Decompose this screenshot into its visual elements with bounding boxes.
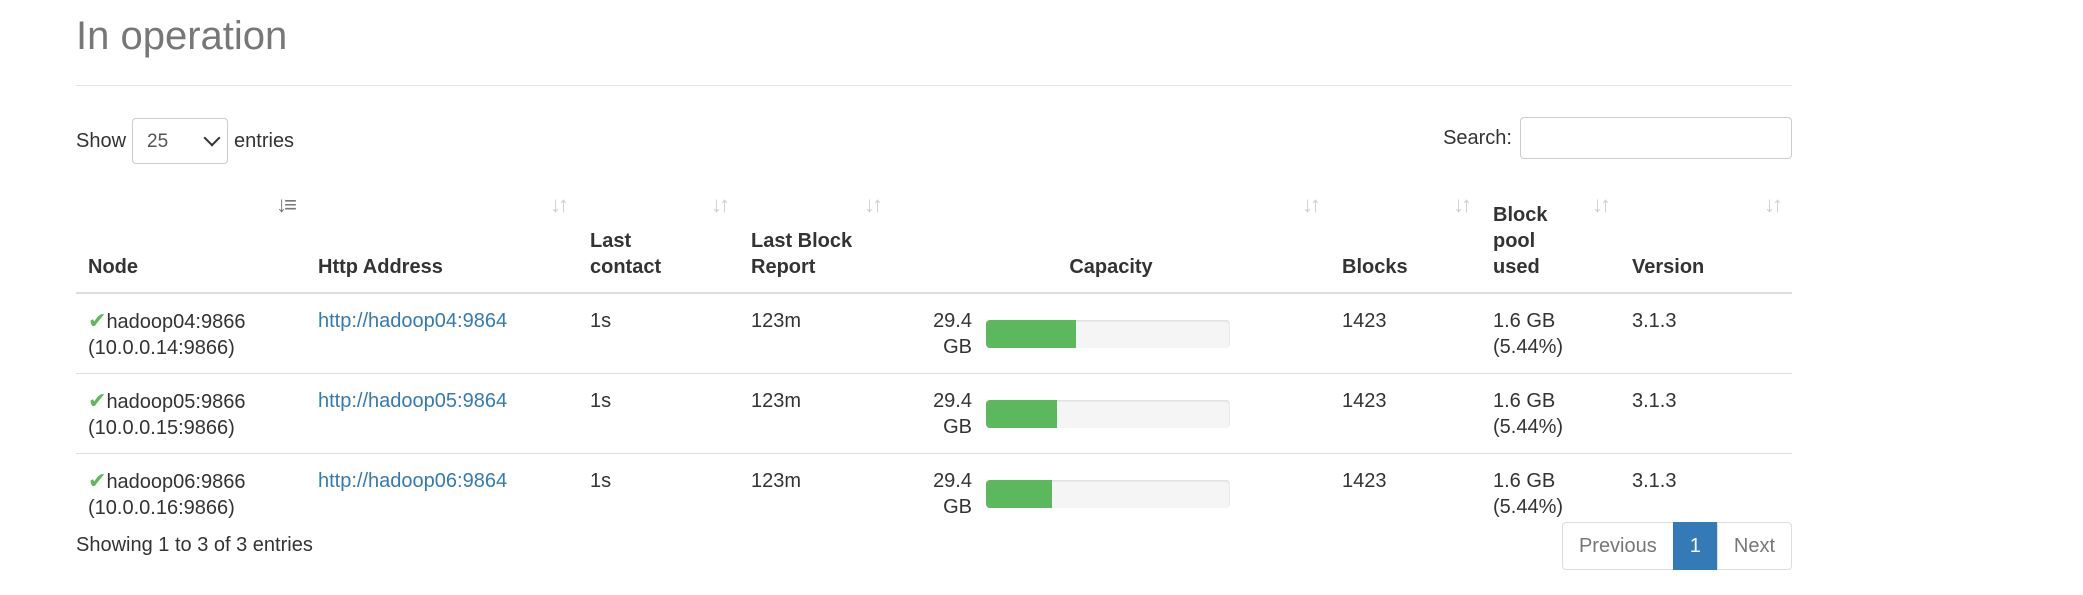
blocks-cell: 1423	[1330, 373, 1481, 454]
page-1-button[interactable]: 1	[1672, 522, 1718, 570]
pool-used-percent: (5.44%)	[1493, 496, 1564, 518]
last-contact-cell: 1s	[578, 453, 739, 533]
sort-arrows-icon: ↓↑	[1453, 192, 1472, 217]
capacity-bar	[986, 320, 1230, 348]
pool-used-size: 1.6 GB	[1493, 310, 1556, 332]
capacity-text: 29.4 GB	[933, 390, 972, 438]
capacity-bar	[986, 400, 1230, 428]
last-block-report-cell: 123m	[751, 310, 802, 332]
column-label: Http Address	[318, 256, 443, 278]
http-cell: http://hadoop04:9864	[306, 293, 578, 374]
next-page-button[interactable]: Next	[1716, 522, 1792, 570]
http-cell: http://hadoop05:9864	[306, 373, 578, 454]
column-label: Last contact	[590, 230, 662, 278]
section-title: In operation	[76, 14, 288, 58]
node-name: hadoop06:9866	[106, 471, 246, 493]
pool-used-cell: 1.6 GB (5.44%)	[1481, 373, 1620, 454]
table-row: ✔hadoop05:9866 (10.0.0.15:9866) http://h…	[76, 373, 1792, 454]
http-address-link[interactable]: http://hadoop04:9864	[318, 310, 507, 332]
capacity-cell: 29.4 GB	[892, 293, 1330, 374]
column-header-version[interactable]: Version ↓↑	[1620, 188, 1792, 294]
version-cell: 3.1.3	[1620, 373, 1792, 454]
pool-used-percent: (5.44%)	[1493, 416, 1564, 438]
capacity-text: 29.4 GB	[933, 470, 972, 518]
node-cell: ✔hadoop06:9866 (10.0.0.16:9866)	[76, 453, 306, 533]
sort-arrows-icon: ↓↑	[550, 192, 569, 217]
node-name: hadoop05:9866	[106, 391, 246, 413]
column-label: Node	[88, 256, 138, 278]
version-cell: 3.1.3	[1632, 310, 1677, 332]
column-header-capacity[interactable]: Capacity ↓↑	[892, 188, 1330, 294]
capacity-cell: 29.4 GB	[892, 453, 1330, 533]
datanodes-table: Node ↓≡ Http Address ↓↑ Last contact ↓↑ …	[76, 188, 1792, 533]
column-header-blocks[interactable]: Blocks ↓↑	[1330, 188, 1481, 294]
http-address-link[interactable]: http://hadoop06:9864	[318, 470, 507, 492]
http-address-link[interactable]: http://hadoop05:9864	[318, 390, 507, 412]
last-contact-cell: 1s	[590, 310, 612, 332]
column-header-block-pool-used[interactable]: Block pool used ↓↑	[1481, 188, 1620, 294]
sort-arrows-icon: ↓↑	[1764, 192, 1783, 217]
show-label: Show	[76, 129, 127, 152]
capacity-cell: 29.4 GB	[892, 373, 1330, 454]
blocks-cell: 1423	[1342, 310, 1387, 332]
node-name: hadoop04:9866	[106, 311, 246, 333]
sort-arrows-icon: ↓↑	[864, 192, 883, 217]
table-row: ✔hadoop06:9866 (10.0.0.16:9866) http://h…	[76, 453, 1792, 533]
entries-select-wrap: 25	[132, 118, 229, 164]
entries-label: entries	[234, 129, 295, 152]
table-info: Showing 1 to 3 of 3 entries	[76, 534, 313, 556]
pool-used-size: 1.6 GB	[1493, 390, 1556, 412]
column-header-http-address[interactable]: Http Address ↓↑	[306, 188, 578, 294]
node-ip: (10.0.0.14:9866)	[88, 337, 235, 359]
column-header-last-contact[interactable]: Last contact ↓↑	[578, 188, 739, 294]
capacity-bar	[986, 480, 1230, 508]
sort-arrows-icon: ↓↑	[1592, 192, 1611, 217]
title-divider	[76, 85, 1792, 86]
capacity-bar-fill	[986, 320, 1077, 348]
column-header-last-block-report[interactable]: Last Block Report ↓↑	[739, 188, 892, 294]
column-label: Version	[1632, 256, 1705, 278]
previous-page-button[interactable]: Previous	[1561, 522, 1674, 570]
http-cell: http://hadoop06:9864	[306, 453, 578, 533]
sort-arrows-icon: ↓↑	[711, 192, 730, 217]
last-block-report-cell: 123m	[739, 453, 892, 533]
capacity-bar-fill	[986, 400, 1057, 428]
sort-arrows-icon: ↓↑	[1302, 192, 1321, 217]
checkmark-icon: ✔	[88, 308, 107, 333]
capacity-text: 29.4 GB	[933, 310, 972, 358]
node-cell: ✔hadoop05:9866 (10.0.0.15:9866)	[76, 373, 306, 454]
sort-ascending-icon: ↓≡	[276, 192, 297, 217]
node-ip: (10.0.0.15:9866)	[88, 417, 235, 439]
column-header-node[interactable]: Node ↓≡	[76, 188, 306, 294]
last-contact-cell: 1s	[578, 373, 739, 454]
node-ip: (10.0.0.16:9866)	[88, 497, 235, 519]
column-label: Last Block Report	[751, 230, 853, 278]
entries-length-control: Show 25 entries	[76, 118, 294, 164]
pool-used-cell: 1.6 GB (5.44%)	[1481, 293, 1620, 374]
search-label: Search:	[1443, 126, 1512, 149]
search-control: Search:	[1443, 117, 1792, 159]
last-block-report-cell: 123m	[739, 373, 892, 454]
blocks-cell: 1423	[1330, 453, 1481, 533]
column-label: Blocks	[1342, 256, 1408, 278]
column-label: Block pool used	[1493, 204, 1548, 278]
column-label: Capacity	[1069, 256, 1153, 278]
table-row: ✔hadoop04:9866 (10.0.0.14:9866) http://h…	[76, 293, 1792, 374]
entries-select[interactable]: 25	[132, 118, 229, 164]
node-cell: ✔hadoop04:9866 (10.0.0.14:9866)	[76, 293, 306, 374]
table-header-row: Node ↓≡ Http Address ↓↑ Last contact ↓↑ …	[76, 188, 1792, 294]
search-input[interactable]	[1520, 117, 1792, 159]
capacity-bar-fill	[986, 480, 1052, 508]
pool-used-percent: (5.44%)	[1493, 336, 1564, 358]
checkmark-icon: ✔	[88, 388, 107, 413]
pool-used-size: 1.6 GB	[1493, 470, 1556, 492]
pagination: Previous 1 Next	[1561, 522, 1792, 570]
checkmark-icon: ✔	[88, 468, 107, 493]
